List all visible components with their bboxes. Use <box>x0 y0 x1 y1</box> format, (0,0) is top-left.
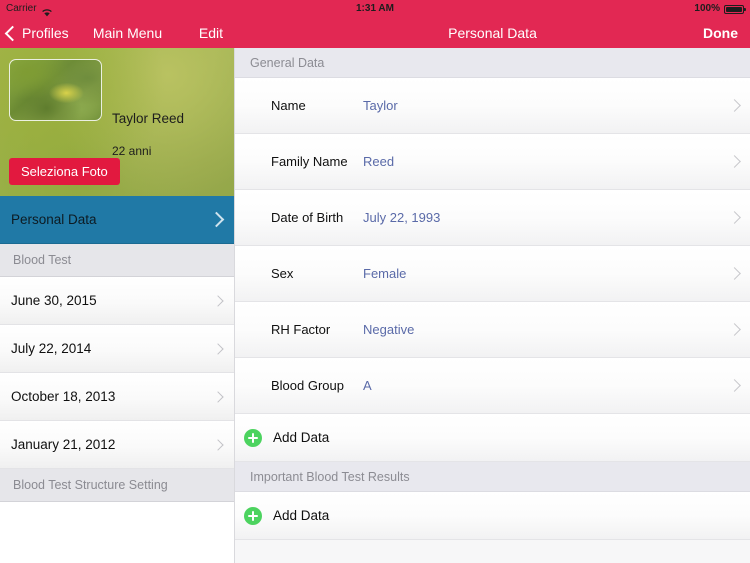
select-photo-button[interactable]: Seleziona Foto <box>9 158 120 185</box>
battery-percent-label: 100% <box>694 3 720 14</box>
add-data-button-general[interactable]: Add Data <box>235 414 750 462</box>
field-label: Blood Group <box>271 378 344 393</box>
chevron-right-icon <box>728 99 741 112</box>
field-row-date-of-birth[interactable]: Date of Birth July 22, 1993 <box>235 190 750 246</box>
chevron-right-icon <box>212 390 224 403</box>
sidebar-item-label: October 18, 2013 <box>11 389 116 404</box>
chevron-right-icon <box>728 155 741 168</box>
detail-panel: General Data Name Taylor Family Name Ree… <box>235 48 750 563</box>
field-row-family-name[interactable]: Family Name Reed <box>235 134 750 190</box>
edit-button[interactable]: Edit <box>199 18 223 48</box>
chevron-right-icon <box>208 211 225 228</box>
profile-age: 22 anni <box>112 144 152 158</box>
profile-header: Taylor Reed 22 anni Seleziona Foto <box>0 48 234 196</box>
field-value: Reed <box>363 154 395 169</box>
sidebar-item-blood-test-0[interactable]: June 30, 2015 <box>0 277 234 325</box>
status-bar-time: 1:31 AM <box>356 3 394 14</box>
section-header-general-data: General Data <box>235 48 750 78</box>
field-value: Taylor <box>363 98 398 113</box>
sidebar-item-blood-test-1[interactable]: July 22, 2014 <box>0 325 234 373</box>
chevron-right-icon <box>728 323 741 336</box>
battery-full-icon <box>724 4 746 14</box>
field-label: Date of Birth <box>271 210 344 225</box>
field-row-sex[interactable]: Sex Female <box>235 246 750 302</box>
sidebar-section-blood-test: Blood Test <box>0 244 234 277</box>
field-label: RH Factor <box>271 322 331 337</box>
detail-navigation-bar: Personal Data Done <box>235 18 750 48</box>
add-data-label: Add Data <box>273 508 330 523</box>
sidebar-item-label: Personal Data <box>11 212 97 227</box>
sidebar-item-blood-test-3[interactable]: January 21, 2012 <box>0 421 234 469</box>
chevron-right-icon <box>728 211 741 224</box>
field-row-blood-group[interactable]: Blood Group A <box>235 358 750 414</box>
sidebar-item-label: June 30, 2015 <box>11 293 97 308</box>
field-label: Family Name <box>271 154 348 169</box>
sidebar-item-personal-data[interactable]: Personal Data <box>0 196 234 244</box>
app-window: Carrier 1:31 AM 100% Profiles Main Menu … <box>0 0 750 563</box>
chevron-right-icon <box>728 379 741 392</box>
field-value: Negative <box>363 322 415 337</box>
field-value: July 22, 1993 <box>363 210 441 225</box>
sidebar-item-label: January 21, 2012 <box>11 437 116 452</box>
add-plus-circle-icon <box>244 428 262 447</box>
chevron-right-icon <box>212 438 224 451</box>
field-value: A <box>363 378 372 393</box>
profile-name: Taylor Reed <box>112 111 185 126</box>
add-plus-circle-icon <box>244 506 262 525</box>
field-label: Name <box>271 98 306 113</box>
add-data-label: Add Data <box>273 430 330 445</box>
done-button[interactable]: Done <box>703 18 738 48</box>
chevron-right-icon <box>728 267 741 280</box>
status-bar: Carrier 1:31 AM 100% <box>0 0 750 18</box>
profile-photo-thumbnail[interactable] <box>9 59 102 121</box>
add-data-button-important[interactable]: Add Data <box>235 492 750 540</box>
sidebar-section-structure-setting: Blood Test Structure Setting <box>0 469 234 502</box>
sidebar: Taylor Reed 22 anni Seleziona Foto Perso… <box>0 48 235 563</box>
status-bar-right: 100% <box>694 0 746 18</box>
field-row-name[interactable]: Name Taylor <box>235 78 750 134</box>
field-row-rh-factor[interactable]: RH Factor Negative <box>235 302 750 358</box>
sidebar-navigation-bar: Profiles Main Menu Edit <box>0 18 235 48</box>
chevron-right-icon <box>212 294 224 307</box>
field-label: Sex <box>271 266 294 281</box>
sidebar-item-label: July 22, 2014 <box>11 341 92 356</box>
section-header-important-blood-test-results: Important Blood Test Results <box>235 462 750 492</box>
chevron-right-icon <box>212 342 224 355</box>
field-value: Female <box>363 266 407 281</box>
sidebar-item-blood-test-2[interactable]: October 18, 2013 <box>0 373 234 421</box>
page-title: Personal Data <box>448 25 537 41</box>
